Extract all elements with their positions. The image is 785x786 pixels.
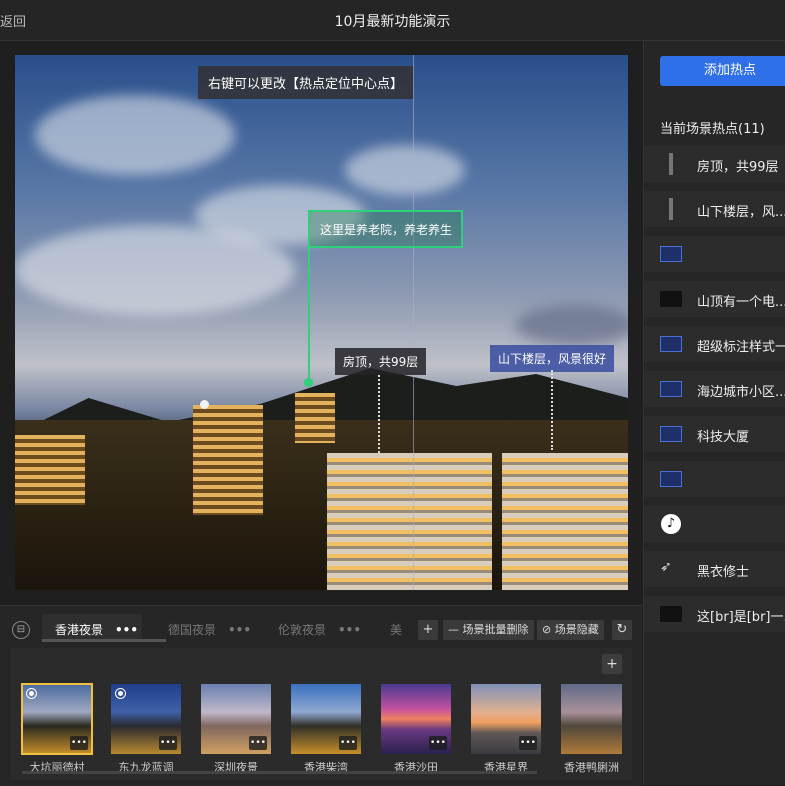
tab-scroll-indicator: [42, 639, 166, 642]
image-icon: [660, 336, 682, 352]
scene-thumbnail[interactable]: ••• 香港柴湾: [291, 684, 361, 774]
tab-germany-night[interactable]: 德国夜景 •••: [168, 621, 251, 638]
more-dots-icon[interactable]: •••: [429, 736, 447, 750]
hotspot-list-item[interactable]: [644, 461, 785, 497]
hotspot-blue[interactable]: 山下楼层，风景很好: [490, 345, 615, 372]
batch-delete-button[interactable]: — 场景批量删除: [443, 620, 534, 640]
hotspot-item-label: 房顶，共99层: [697, 160, 779, 175]
hotspot-list-item[interactable]: 山下楼层，风...: [644, 191, 785, 227]
more-dots-icon[interactable]: •••: [249, 736, 267, 750]
hide-scene-button[interactable]: ⊘ 场景隐藏: [537, 620, 604, 640]
more-dots-icon[interactable]: •••: [339, 736, 357, 750]
hotspot-item-label: 科技大厦: [697, 430, 750, 445]
add-scene-button[interactable]: +: [602, 654, 622, 674]
scene-thumbnail[interactable]: ••• 香港沙田: [381, 684, 451, 774]
tab-truncated[interactable]: 美: [390, 621, 402, 638]
building: [327, 453, 492, 590]
scene-image: [561, 684, 622, 754]
view-marker-icon: [115, 688, 126, 699]
image-icon: [660, 246, 682, 262]
hotspot-item-label: 海边城市小区...: [697, 385, 785, 400]
more-dots-icon[interactable]: •••: [159, 736, 177, 750]
scene-thumbnail[interactable]: ••• 香港星界: [471, 684, 541, 774]
scene-scrollbar[interactable]: [22, 771, 537, 774]
image-icon: [660, 381, 682, 397]
hotspot-list: 房顶，共99层 山下楼层，风... 山顶有一个电... 超级标注样式一 海边城市…: [644, 146, 785, 641]
building: [193, 405, 263, 515]
building: [15, 435, 85, 505]
tab-label: 德国夜景: [168, 623, 217, 637]
refresh-button[interactable]: ↻: [612, 620, 632, 640]
scene-thumbnail[interactable]: ••• 大坑丽德村: [21, 683, 93, 774]
tab-label: 伦敦夜景: [278, 623, 327, 637]
hotspot-list-item[interactable]: 科技大厦: [644, 416, 785, 452]
hotspot-item-label: 山下楼层，风...: [697, 205, 785, 220]
image-icon: [660, 291, 682, 307]
hotspot-count-label: 当前场景热点(11): [660, 122, 765, 137]
hotspot-item-label: 这[br]是[br]一...: [697, 610, 785, 625]
wing-icon: ➶: [660, 559, 672, 575]
cloud: [35, 95, 235, 175]
hotspot-list-item[interactable]: [644, 236, 785, 272]
add-hotspot-button[interactable]: 添加热点: [660, 56, 785, 86]
building: [502, 453, 628, 590]
more-dots-icon[interactable]: •••: [228, 623, 251, 637]
tab-hongkong-night[interactable]: 香港夜景 •••: [55, 621, 138, 638]
more-dots-icon[interactable]: •••: [70, 736, 88, 750]
scene-thumbnail[interactable]: 香港鸭脷洲: [561, 684, 622, 774]
cloud: [515, 305, 628, 345]
hotspot-list-item[interactable]: 房顶，共99层: [644, 146, 785, 182]
image-icon: [660, 471, 682, 487]
hotspot-list-item[interactable]: 海边城市小区...: [644, 371, 785, 407]
hint-tooltip: 右键可以更改【热点定位中心点】: [198, 66, 414, 99]
image-icon: [660, 426, 682, 442]
post-icon: [669, 198, 673, 220]
hotspot-dotted-line: [378, 375, 380, 453]
group-toggle-icon[interactable]: ⊟: [12, 621, 30, 639]
image-icon: [660, 606, 682, 622]
more-dots-icon[interactable]: •••: [338, 623, 361, 637]
scene-label: 香港鸭脷洲: [564, 761, 619, 774]
hotspot-item-label: 山顶有一个电...: [697, 295, 785, 310]
music-icon: ♪: [661, 514, 681, 534]
hotspot-list-item[interactable]: ➶ 黑衣修士: [644, 551, 785, 587]
scene-strip: ⊟ 香港夜景 ••• 德国夜景 ••• 伦敦夜景 ••• 美 + — 场景批量删除 ⊘…: [0, 605, 642, 786]
page-title: 10月最新功能演示: [334, 14, 451, 30]
hotspot-list-item[interactable]: ♪: [644, 506, 785, 542]
hide-scene-label: 场景隐藏: [554, 623, 599, 636]
hotspot-panel: 添加热点 当前场景热点(11) 房顶，共99层 山下楼层，风... 山顶有一个电…: [643, 41, 785, 785]
hotspot-green[interactable]: 这里是养老院，养老养生: [308, 210, 463, 248]
cloud: [345, 145, 465, 195]
eye-off-icon: ⊘: [542, 623, 555, 636]
view-marker-icon: [26, 688, 37, 699]
hotspot-leader-line: [308, 248, 310, 383]
hotspot-list-item[interactable]: 山顶有一个电...: [644, 281, 785, 317]
hotspot-dark[interactable]: 房顶，共99层: [335, 348, 427, 375]
tab-label: 香港夜景: [55, 623, 104, 637]
hotspot-list-item[interactable]: 这[br]是[br]一...: [644, 596, 785, 632]
tab-label: 美: [390, 623, 403, 637]
scene-thumbnail[interactable]: ••• 东九龙蓝调: [111, 684, 181, 774]
hotspot-item-label: 超级标注样式一: [697, 340, 785, 355]
scene-thumbnail[interactable]: ••• 深圳夜景: [201, 684, 271, 774]
post-icon: [669, 153, 673, 175]
tab-london-night[interactable]: 伦敦夜景 •••: [278, 621, 361, 638]
add-group-button[interactable]: +: [418, 620, 438, 640]
hotspot-item-label: 黑衣修士: [697, 565, 750, 580]
hotspot-anchor-dot[interactable]: [304, 378, 313, 387]
panorama-viewer[interactable]: 右键可以更改【热点定位中心点】 这里是养老院，养老养生 房顶，共99层 山下楼层…: [15, 55, 628, 590]
moon: [200, 400, 209, 409]
hotspot-list-item[interactable]: 超级标注样式一: [644, 326, 785, 362]
top-bar: 返回 10月最新功能演示: [0, 0, 785, 41]
center-line: [413, 55, 414, 590]
more-dots-icon[interactable]: •••: [115, 623, 138, 637]
more-dots-icon[interactable]: •••: [519, 736, 537, 750]
building: [295, 393, 335, 443]
hotspot-dotted-line: [551, 370, 553, 450]
